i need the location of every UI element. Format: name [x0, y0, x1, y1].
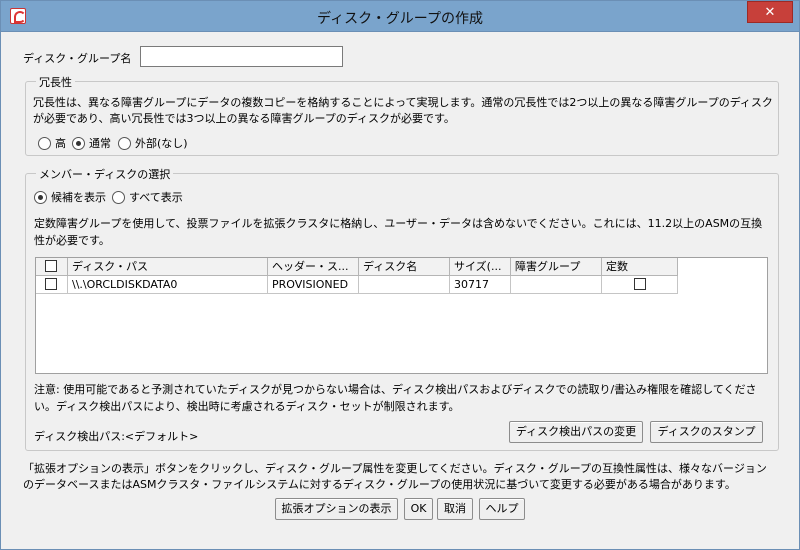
help-button[interactable]: ヘルプ [479, 498, 525, 520]
row-select-cell[interactable] [36, 276, 68, 294]
footer-info-line1: 「拡張オプションの表示」ボタンをクリックし、ディスク・グループ属性を変更してくだ… [23, 462, 767, 475]
column-header-failure-group[interactable]: 障害グループ [511, 258, 602, 276]
window-title: ディスク・グループの作成 [317, 11, 483, 27]
redundancy-normal-option[interactable]: 通常 [72, 135, 111, 151]
disk-path-cell: \\.\ORCLDISKDATA0 [68, 276, 268, 294]
column-header-disk-name[interactable]: ディスク名 [359, 258, 450, 276]
row-select-checkbox[interactable] [45, 278, 57, 290]
redundancy-description-line2: が必要であり、高い冗長性では3つ以上の異なる障害グループのディスクが必要です。 [33, 112, 455, 125]
create-disk-group-dialog: ディスク・グループの作成 ✕ ディスク・グループ名 冗長性 冗長性は、異なる障害… [0, 0, 800, 550]
column-header-quorum[interactable]: 定数 [602, 258, 678, 276]
cancel-button[interactable]: 取消 [437, 498, 473, 520]
stamp-disk-button[interactable]: ディスクのスタンプ [650, 421, 763, 443]
header-status-cell: PROVISIONED [268, 276, 359, 294]
show-candidates-option[interactable]: 候補を表示 [34, 189, 106, 205]
quorum-info-line2: 性が必要です。 [34, 234, 110, 247]
close-button[interactable]: ✕ [747, 1, 793, 23]
show-candidates-radio[interactable] [34, 190, 47, 204]
discovery-note-line2: い。ディスク検出パスにより、検出時に考慮されるディスク・セットが制限されます。 [34, 400, 460, 413]
redundancy-normal-radio[interactable] [72, 136, 85, 150]
column-header-disk-path[interactable]: ディスク・パス [68, 258, 268, 276]
ok-button[interactable]: OK [404, 498, 433, 520]
footer-info-line2: のデータベースまたはASMクラスタ・ファイルシステムに対するディスク・グループの… [23, 478, 736, 491]
show-candidates-label: 候補を表示 [51, 191, 106, 204]
disk-group-name-input[interactable] [140, 46, 343, 67]
show-all-label: すべて表示 [129, 191, 183, 204]
disk-name-cell [359, 276, 450, 294]
redundancy-high-radio[interactable] [38, 136, 51, 150]
column-header-size[interactable]: サイズ(... [450, 258, 511, 276]
redundancy-normal-label: 通常 [89, 137, 111, 150]
member-disks-group-title: メンバー・ディスクの選択 [36, 166, 174, 182]
show-advanced-options-button[interactable]: 拡張オプションの表示 [275, 498, 398, 520]
title-bar: ディスク・グループの作成 ✕ [1, 1, 799, 32]
show-all-option[interactable]: すべて表示 [112, 189, 183, 205]
redundancy-external-label: 外部(なし) [135, 137, 188, 150]
discovery-note-line1: 注意: 使用可能であると予測されていたディスクが見つからない場合は、ディスク検出… [34, 383, 757, 396]
quorum-checkbox[interactable] [633, 278, 646, 290]
column-header-header-status[interactable]: ヘッダー・ス... [268, 258, 359, 276]
redundancy-external-option[interactable]: 外部(なし) [118, 135, 188, 151]
disk-group-name-label: ディスク・グループ名 [23, 52, 132, 65]
discovery-path-label: ディスク検出パス:<デフォルト> [34, 430, 199, 443]
redundancy-high-label: 高 [55, 137, 66, 150]
redundancy-high-option[interactable]: 高 [38, 135, 66, 151]
quorum-info-line1: 定数障害グループを使用して、投票ファイルを拡張クラスタに格納し、ユーザー・データ… [34, 217, 763, 230]
size-cell: 30717 [450, 276, 511, 294]
redundancy-external-radio[interactable] [118, 136, 131, 150]
change-discovery-path-button[interactable]: ディスク検出パスの変更 [509, 421, 643, 443]
redundancy-group-title: 冗長性 [36, 74, 75, 90]
quorum-cell[interactable] [602, 276, 678, 294]
disk-table: ディスク・パス ヘッダー・ス... ディスク名 サイズ(... 障害グループ 定… [35, 257, 768, 374]
redundancy-description-line1: 冗長性は、異なる障害グループにデータの複数コピーを格納することによって実現します… [33, 96, 773, 109]
select-all-checkbox[interactable] [45, 260, 57, 272]
table-header-select-all[interactable] [36, 258, 68, 276]
failure-group-cell [511, 276, 602, 294]
show-all-radio[interactable] [112, 190, 125, 204]
